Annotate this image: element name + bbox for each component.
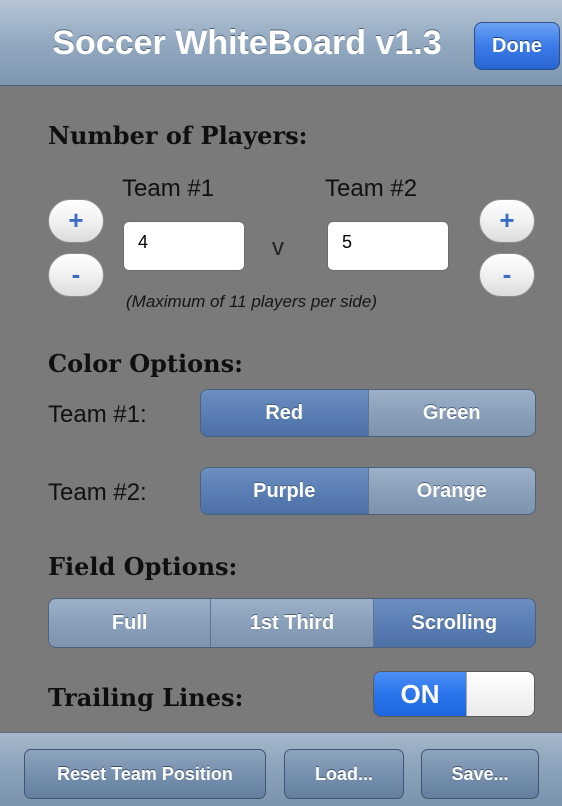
trailing-lines-heading: Trailing Lines: <box>48 683 244 712</box>
team2-player-count-field[interactable]: 5 <box>327 221 449 271</box>
color-option-green[interactable]: Green <box>367 390 535 436</box>
team1-player-count-field[interactable]: 4 <box>123 221 245 271</box>
settings-panel: Number of Players: Team #1 Team #2 + - 4… <box>0 87 562 732</box>
bottom-toolbar: Reset Team Position Load... Save... <box>0 732 562 806</box>
team1-decrement-button[interactable]: - <box>48 253 104 297</box>
team1-color-selector[interactable]: Red Green <box>200 389 536 437</box>
team1-color-label: Team #1: <box>48 401 147 428</box>
toggle-on-label: ON <box>374 672 466 716</box>
toggle-knob[interactable] <box>466 672 534 716</box>
color-option-purple[interactable]: Purple <box>201 468 368 514</box>
team2-decrement-button[interactable]: - <box>479 253 535 297</box>
color-option-red[interactable]: Red <box>201 390 368 436</box>
color-options-heading: Color Options: <box>48 349 243 378</box>
app-title: Soccer WhiteBoard v1.3 <box>52 24 442 62</box>
versus-label: v <box>272 234 284 261</box>
player-limit-hint: (Maximum of 11 players per side) <box>126 292 377 311</box>
players-heading: Number of Players: <box>48 121 308 150</box>
navigation-bar: Soccer WhiteBoard v1.3 Done <box>0 0 562 86</box>
field-option-scrolling[interactable]: Scrolling <box>372 599 535 647</box>
team2-color-label: Team #2: <box>48 479 147 506</box>
team2-count-label: Team #2 <box>325 175 418 202</box>
team1-count-label: Team #1 <box>122 175 215 202</box>
field-option-full[interactable]: Full <box>49 599 211 647</box>
trailing-lines-toggle[interactable]: ON <box>373 671 535 717</box>
team1-increment-button[interactable]: + <box>48 199 104 243</box>
field-options-heading: Field Options: <box>48 552 238 581</box>
load-button[interactable]: Load... <box>284 749 404 799</box>
team2-increment-button[interactable]: + <box>479 199 535 243</box>
team2-color-selector[interactable]: Purple Orange <box>200 467 536 515</box>
color-option-orange[interactable]: Orange <box>367 468 535 514</box>
save-button[interactable]: Save... <box>421 749 539 799</box>
reset-team-position-button[interactable]: Reset Team Position <box>24 749 266 799</box>
field-options-selector[interactable]: Full 1st Third Scrolling <box>48 598 536 648</box>
field-option-1st-third[interactable]: 1st Third <box>210 599 373 647</box>
done-button[interactable]: Done <box>474 22 560 70</box>
